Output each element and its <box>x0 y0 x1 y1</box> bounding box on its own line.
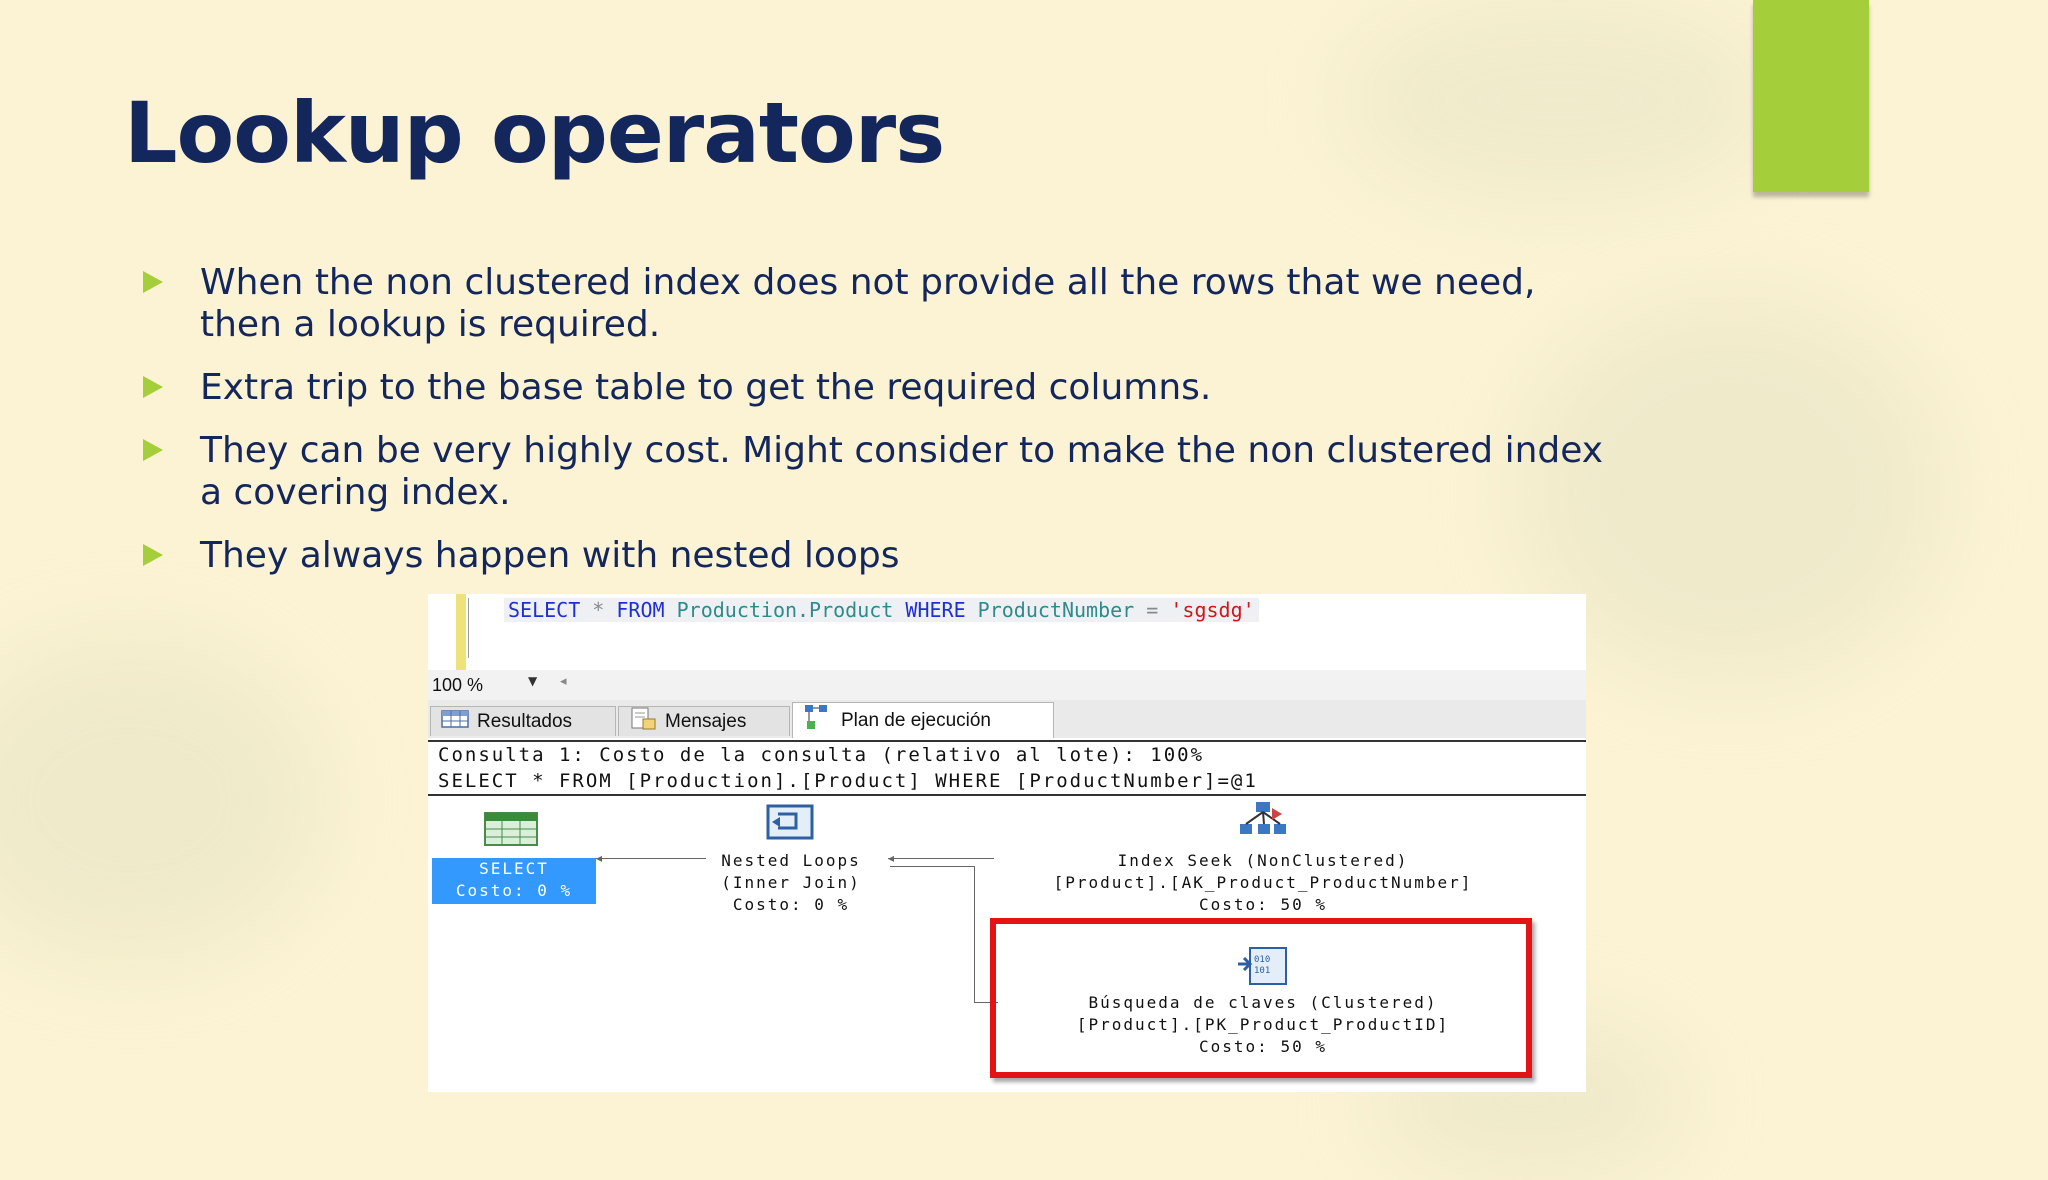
sql-operator: * <box>592 598 605 622</box>
operator-cost: Costo: 0 % <box>732 895 850 914</box>
bullet-text: When the non clustered index does not pr… <box>200 262 1536 303</box>
operator-detail: [Product].[AK_Product_ProductNumber] <box>1053 873 1473 892</box>
bullet-item: They can be very highly cost. Might cons… <box>140 430 1700 514</box>
plan-header-line: SELECT * FROM [Production].[Product] WHE… <box>438 770 1258 792</box>
execution-plan-icon <box>803 703 833 739</box>
plan-header-line: Consulta 1: Costo de la consulta (relati… <box>438 744 1205 766</box>
plan-connector <box>890 866 974 867</box>
accent-bar <box>1753 0 1869 192</box>
select-table-icon[interactable] <box>484 812 538 850</box>
plan-connector <box>888 858 994 859</box>
sql-keyword: WHERE <box>905 598 966 622</box>
execution-plan-canvas: SELECT Costo: 0 % Nested Loops (Inner Jo… <box>428 796 1586 1092</box>
sql-string: 'sgsdg' <box>1170 598 1255 622</box>
bullet-arrow-icon <box>143 544 163 566</box>
scroll-left-icon[interactable]: ◂ <box>560 674 567 689</box>
grid-icon <box>441 709 469 735</box>
bullet-item: When the non clustered index does not pr… <box>140 262 1700 346</box>
key-lookup-highlight <box>990 918 1532 1078</box>
bullet-list: When the non clustered index does not pr… <box>140 262 1700 598</box>
bullet-arrow-icon <box>143 376 163 398</box>
operator-cost: Costo: 0 % <box>455 881 573 900</box>
bullet-text: a covering index. <box>200 472 511 513</box>
operator-cost: Costo: 50 % <box>1199 895 1327 914</box>
tab-label: Mensajes <box>665 710 747 732</box>
tab-label: Plan de ejecución <box>841 709 991 731</box>
zoom-bar: 100 % ▼ ◂ <box>428 670 1586 700</box>
bullet-item: They always happen with nested loops <box>140 535 1700 577</box>
select-operator[interactable]: SELECT Costo: 0 % <box>432 858 596 904</box>
tab-plan-de-ejecucion[interactable]: Plan de ejecución <box>792 702 1054 738</box>
tab-resultados[interactable]: Resultados <box>430 706 616 736</box>
background-blob <box>0 640 320 960</box>
operator-name: SELECT <box>479 859 549 878</box>
nested-loops-icon[interactable] <box>762 802 816 846</box>
bullet-item: Extra trip to the base table to get the … <box>140 367 1700 409</box>
arrow-left-icon: ◂ <box>596 851 603 865</box>
sql-keyword: FROM <box>616 598 665 622</box>
operator-name: Nested Loops <box>721 851 861 870</box>
bullet-text: Extra trip to the base table to get the … <box>200 367 1212 408</box>
plan-connector <box>974 866 975 1002</box>
tab-label: Resultados <box>477 710 573 732</box>
sql-editor[interactable]: SELECT * FROM Production.Product WHERE P… <box>428 594 1586 670</box>
bullet-text: They can be very highly cost. Might cons… <box>200 430 1604 471</box>
zoom-level[interactable]: 100 % <box>432 675 483 696</box>
chevron-down-icon[interactable]: ▼ <box>528 674 537 688</box>
ssms-screenshot: SELECT * FROM Production.Product WHERE P… <box>428 594 1586 1092</box>
tab-mensajes[interactable]: Mensajes <box>618 706 790 736</box>
bullet-text: They always happen with nested loops <box>200 535 900 576</box>
background-blob <box>1350 0 1770 200</box>
sql-object: Production.Product <box>676 598 894 622</box>
bullet-text: then a lookup is required. <box>200 304 661 345</box>
editor-change-margin <box>456 594 466 670</box>
results-tabs: Resultados Mensajes Plan de ejecución <box>428 700 1586 738</box>
index-seek-icon[interactable] <box>1236 800 1290 848</box>
plan-connector <box>596 858 706 859</box>
sql-query[interactable]: SELECT * FROM Production.Product WHERE P… <box>504 598 1259 622</box>
bullet-arrow-icon <box>143 439 163 461</box>
arrow-left-icon: ◂ <box>888 851 895 865</box>
bullet-arrow-icon <box>143 271 163 293</box>
sql-object: ProductNumber <box>977 598 1135 622</box>
messages-icon <box>629 707 657 737</box>
operator-detail: (Inner Join) <box>721 873 861 892</box>
sql-operator: = <box>1146 598 1159 622</box>
sql-keyword: SELECT <box>508 598 581 622</box>
plan-query-header: Consulta 1: Costo de la consulta (relati… <box>428 740 1586 796</box>
slide-title: Lookup operators <box>124 84 945 182</box>
operator-name: Index Seek (NonClustered) <box>1117 851 1409 870</box>
